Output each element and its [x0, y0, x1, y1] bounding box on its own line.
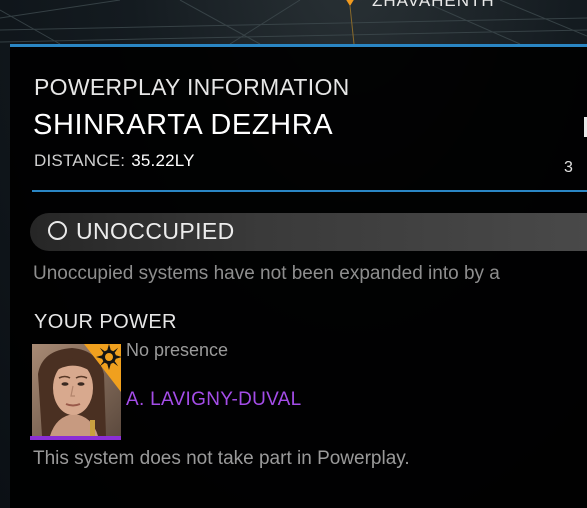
system-name: SHINRARTA DEZHRA [33, 109, 334, 141]
distance-label: DISTANCE: [34, 151, 126, 170]
clipped-right-value: 3 [564, 159, 573, 176]
empty-circle-icon [48, 221, 67, 240]
panel-subheading: POWERPLAY INFORMATION [34, 74, 350, 100]
map-system-label[interactable]: ZHAVAHENTH [372, 0, 495, 11]
powerplay-note: This system does not take part in Powerp… [33, 448, 410, 469]
header-divider [32, 190, 587, 192]
power-presence: No presence [126, 340, 229, 360]
control-status-label: UNOCCUPIED [76, 218, 235, 244]
your-power-heading: YOUR POWER [34, 311, 177, 333]
distance-value: 35.22LY [131, 151, 195, 170]
power-name-link[interactable]: A. LAVIGNY-DUVAL [126, 389, 302, 411]
control-status-description: Unoccupied systems have not been expande… [33, 263, 500, 284]
sun-emblem-icon [96, 344, 122, 370]
control-status-pill: UNOCCUPIED [30, 213, 587, 251]
distance-row: DISTANCE: 35.22LY [34, 151, 195, 171]
powerplay-panel: POWERPLAY INFORMATION SHINRARTA DEZHRA D… [10, 44, 587, 508]
power-color-bar [30, 436, 121, 440]
map-star-marker [345, 0, 355, 6]
